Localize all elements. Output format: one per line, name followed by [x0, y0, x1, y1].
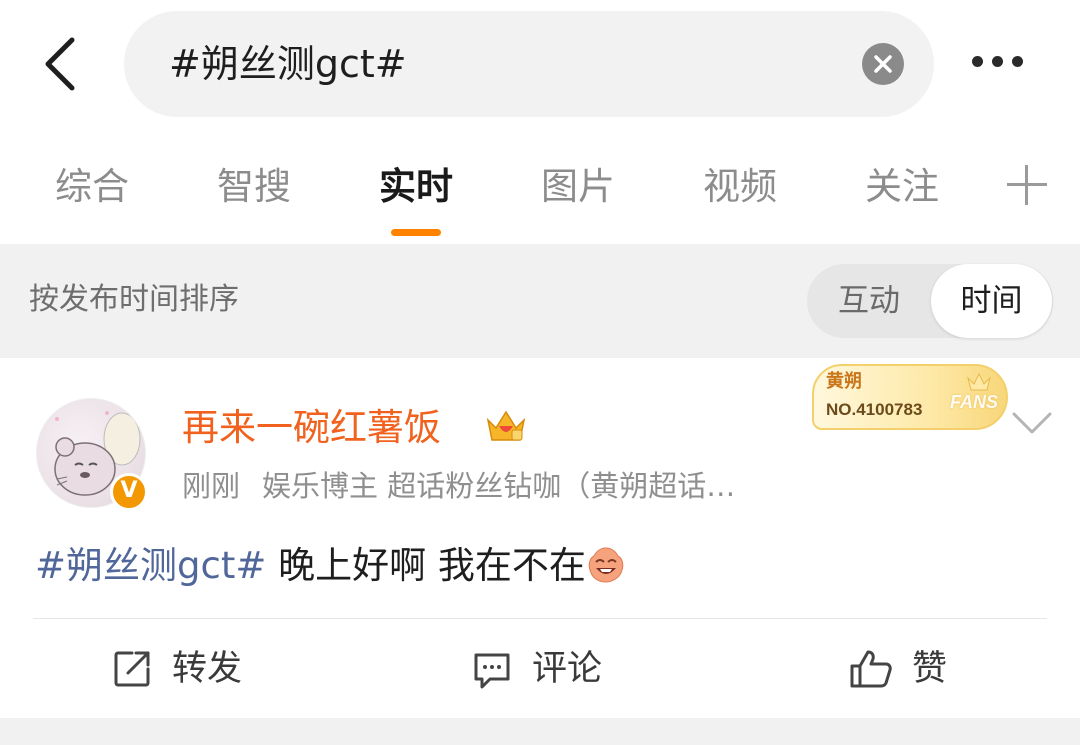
active-tab-indicator: [391, 229, 441, 236]
like-label: 赞: [912, 649, 948, 689]
bottom-spacer: [0, 718, 1080, 745]
post-meta: 刚刚 娱乐博主 超话粉丝钻咖（黄朔超话…: [182, 466, 822, 506]
post-text: 晚上好啊 我在不在: [278, 544, 586, 587]
fans-badge-word: FANS: [950, 392, 999, 412]
repost-label: 转发: [172, 649, 243, 689]
crown-icon: [484, 406, 528, 446]
like-button[interactable]: 赞: [848, 620, 947, 718]
post-actions: 转发 评论 赞: [0, 620, 1080, 718]
sort-label: 按发布时间排序: [29, 282, 239, 317]
clear-icon[interactable]: [862, 43, 904, 85]
tab-following[interactable]: 关注: [842, 162, 962, 212]
post-hashtag[interactable]: #朔丝测gct#: [35, 544, 266, 587]
comment-button[interactable]: 评论: [470, 620, 602, 718]
divider: [33, 618, 1047, 619]
back-icon[interactable]: [38, 34, 88, 94]
comment-icon: [470, 647, 514, 691]
search-query[interactable]: #朔丝测gct#: [169, 39, 407, 89]
search-input[interactable]: #朔丝测gct#: [124, 11, 934, 117]
tab-videos[interactable]: 视频: [680, 162, 800, 212]
post-content: #朔丝测gct# 晚上好啊 我在不在: [35, 542, 626, 590]
laughing-emoji-icon: [586, 544, 626, 584]
tab-smart-search[interactable]: 智搜: [194, 162, 314, 212]
comment-label: 评论: [532, 649, 603, 689]
post-card: V 再来一碗红薯饭 刚刚 娱乐博主 超话粉丝钻咖（黄朔超话… 黄朔 NO.4100…: [0, 358, 1080, 718]
fans-badge-name: 黄朔: [826, 371, 862, 392]
more-icon[interactable]: [972, 52, 1036, 74]
fans-crown-icon: [966, 372, 992, 392]
sort-option-interaction[interactable]: 互动: [807, 264, 931, 338]
tab-realtime[interactable]: 实时: [356, 162, 476, 212]
add-tab-icon[interactable]: [1005, 163, 1049, 207]
user-description: 娱乐博主 超话粉丝钻咖（黄朔超话…: [262, 469, 736, 503]
post-time: 刚刚: [182, 469, 241, 503]
sort-toggle: 互动 时间: [807, 264, 1053, 338]
fans-badge-number: NO.4100783: [826, 400, 923, 419]
top-bar: #朔丝测gct#: [0, 0, 1080, 128]
sort-bar: 按发布时间排序 互动 时间: [0, 244, 1080, 358]
share-icon: [110, 647, 154, 691]
sort-option-time[interactable]: 时间: [931, 264, 1052, 338]
verified-badge-icon: V: [110, 473, 148, 511]
tab-bar: 综合 智搜 实时 图片 视频 关注: [0, 140, 1080, 244]
username[interactable]: 再来一碗红薯饭: [182, 405, 441, 451]
tab-images[interactable]: 图片: [518, 162, 638, 212]
fans-badge[interactable]: 黄朔 NO.4100783 FANS: [812, 364, 1008, 430]
repost-button[interactable]: 转发: [110, 620, 242, 718]
chevron-down-icon[interactable]: [1010, 408, 1054, 438]
tab-comprehensive[interactable]: 综合: [32, 162, 152, 212]
thumbs-up-icon: [848, 646, 894, 692]
